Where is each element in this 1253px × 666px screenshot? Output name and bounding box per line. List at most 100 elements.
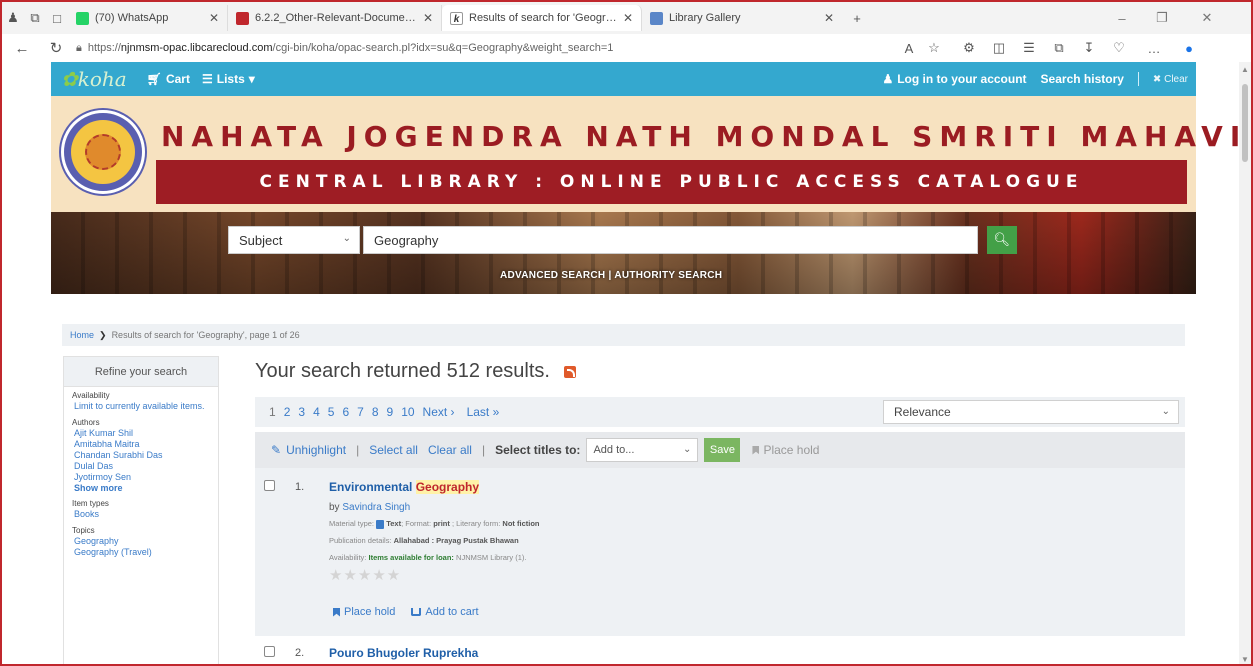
tab-label: 6.2.2_Other-Relevant-Documents (255, 12, 417, 24)
browser-essentials-icon[interactable]: ♡ (1107, 34, 1131, 62)
new-tab-icon[interactable]: + (846, 7, 868, 29)
pagination: 1 2 3 4 5 6 7 8 9 10 Next › Last » (269, 397, 499, 427)
result-title-link[interactable]: Pouro Bhugoler Ruprekha (329, 646, 478, 660)
rating-stars[interactable]: ★★★★★ (329, 566, 401, 584)
limit-available-link[interactable]: Limit to currently available items. (72, 401, 210, 412)
close-tab-icon[interactable]: ✕ (209, 11, 219, 25)
breadcrumb-home[interactable]: Home (70, 330, 94, 340)
close-window-icon[interactable]: ✕ (1187, 2, 1227, 34)
unhighlight-button[interactable]: ✎ Unhighlight (271, 443, 346, 457)
add-to-cart-label: Add to cart (425, 606, 479, 618)
last-page-link[interactable]: Last » (467, 405, 500, 419)
search-history-link[interactable]: Search history (1041, 72, 1124, 86)
downloads-icon[interactable]: ↧ (1077, 34, 1101, 62)
page-link[interactable]: 10 (401, 405, 414, 419)
read-aloud-icon[interactable]: A (897, 34, 921, 62)
tab-search-results[interactable]: k Results of search for 'Geography' ✕ (442, 5, 642, 31)
place-hold-button[interactable]: Place hold (752, 443, 819, 457)
breadcrumb: Home ❯ Results of search for 'Geography'… (62, 324, 1185, 346)
search-index-select[interactable]: Subject ⌄ (228, 226, 360, 254)
pagination-row: 1 2 3 4 5 6 7 8 9 10 Next › Last » Relev… (255, 397, 1185, 427)
profile-icon[interactable]: ♟ (2, 7, 24, 29)
tab-documents[interactable]: 6.2.2_Other-Relevant-Documents ✕ (228, 5, 442, 31)
close-tab-icon[interactable]: ✕ (623, 11, 633, 25)
more-options-icon[interactable]: … (1142, 34, 1166, 62)
save-button[interactable]: Save (704, 438, 741, 462)
split-screen-icon[interactable]: ◫ (987, 34, 1011, 62)
place-hold-label: Place hold (344, 606, 396, 618)
page-link[interactable]: 9 (387, 405, 394, 419)
page-link[interactable]: 8 (372, 405, 379, 419)
collections-icon[interactable]: ⧉ (1047, 34, 1071, 62)
place-hold-link[interactable]: Place hold (333, 606, 395, 618)
koha-logo[interactable]: ✿koha (61, 67, 127, 91)
facet-availability-title: Availability (72, 391, 110, 400)
rss-feed-icon[interactable] (564, 365, 576, 378)
facet-topic-link[interactable]: Geography (72, 536, 210, 547)
scroll-down-icon[interactable]: ▼ (1241, 655, 1249, 664)
copilot-icon[interactable]: ● (1177, 34, 1201, 62)
scrollbar-thumb[interactable] (1242, 84, 1248, 162)
facet-author-link[interactable]: Dulal Das (72, 461, 210, 472)
url-field[interactable]: 🔒︎ https://njnmsm-opac.libcarecloud.com/… (76, 42, 613, 55)
result-checkbox[interactable] (264, 646, 275, 657)
page-link[interactable]: 4 (313, 405, 320, 419)
gallery-icon (650, 11, 663, 25)
favorite-star-icon[interactable]: ☆ (922, 34, 946, 62)
select-all-link[interactable]: Select all (369, 443, 418, 457)
results-toolbar: ✎ Unhighlight | Select all Clear all | Se… (255, 432, 1185, 468)
tab-actions-icon[interactable]: □ (46, 7, 68, 29)
cart-button[interactable]: 🛒︎ Cart (147, 72, 190, 86)
favorites-icon[interactable]: ☰ (1017, 34, 1041, 62)
search-index-value: Subject (239, 232, 283, 248)
page-link[interactable]: 6 (342, 405, 349, 419)
restore-icon[interactable]: ❐ (1142, 2, 1182, 34)
scroll-up-icon[interactable]: ▲ (1241, 65, 1249, 74)
search-button[interactable]: 🔍︎ (987, 226, 1017, 254)
results-count-text: Your search returned 512 results. (255, 360, 550, 382)
login-link[interactable]: ♟ Log in to your account (882, 72, 1026, 86)
add-to-cart-link[interactable]: Add to cart (411, 606, 479, 618)
facet-item-type-link[interactable]: Books (72, 509, 210, 520)
koha-navbar: ✿koha 🛒︎ Cart ☰ Lists ▾ ♟ Log in to your acc… (51, 62, 1196, 96)
author-link[interactable]: Savindra Singh (342, 502, 410, 513)
advanced-search-link[interactable]: ADVANCED SEARCH (500, 270, 605, 281)
tab-label: Library Gallery (669, 12, 741, 24)
close-tab-icon[interactable]: ✕ (423, 11, 433, 25)
facet-author-link[interactable]: Amitabha Maitra (72, 439, 210, 450)
show-more-authors-link[interactable]: Show more (72, 483, 210, 493)
clear-history-link[interactable]: ✖ Clear (1153, 74, 1188, 85)
page-link[interactable]: 7 (357, 405, 364, 419)
workspaces-icon[interactable]: ⧉ (24, 7, 46, 29)
page-link[interactable]: 3 (298, 405, 305, 419)
chevron-down-icon: ⌄ (683, 444, 692, 455)
authority-search-link[interactable]: AUTHORITY SEARCH (614, 270, 722, 281)
clear-all-link[interactable]: Clear all (428, 443, 472, 457)
close-tab-icon[interactable]: ✕ (824, 11, 834, 25)
back-icon[interactable]: ← (10, 36, 34, 60)
tab-whatsapp[interactable]: (70) WhatsApp ✕ (68, 5, 228, 31)
search-query-input[interactable] (363, 226, 978, 254)
result-checkbox[interactable] (264, 480, 275, 491)
minimize-icon[interactable]: – (1102, 2, 1142, 34)
facets-heading: Refine your search (64, 357, 218, 387)
page-scrollbar[interactable]: ▲ ▼ (1239, 62, 1251, 664)
refresh-icon[interactable]: ↻ (44, 36, 68, 60)
page-link[interactable]: 2 (284, 405, 291, 419)
result-title-link[interactable]: Environmental Geography (329, 480, 480, 494)
lists-button[interactable]: ☰ Lists ▾ (202, 72, 255, 86)
add-to-select[interactable]: Add to... ⌄ (586, 438, 699, 462)
sort-select[interactable]: Relevance ⌄ (883, 400, 1179, 424)
facet-author-link[interactable]: Ajit Kumar Shil (72, 428, 210, 439)
next-page-link[interactable]: Next › (423, 405, 455, 419)
facet-author-link[interactable]: Jyotirmoy Sen (72, 472, 210, 483)
search-icon: 🔍︎ (993, 232, 1011, 247)
tab-label: Results of search for 'Geography' (469, 12, 617, 24)
tab-library-gallery[interactable]: Library Gallery ✕ (642, 5, 842, 31)
facet-topic-link[interactable]: Geography (Travel) (72, 547, 210, 558)
search-links: ADVANCED SEARCH | AUTHORITY SEARCH (500, 270, 723, 281)
select-titles-label: Select titles to: (495, 443, 581, 457)
extensions-icon[interactable]: ⚙ (957, 34, 981, 62)
facet-author-link[interactable]: Chandan Surabhi Das (72, 450, 210, 461)
page-link[interactable]: 5 (328, 405, 335, 419)
